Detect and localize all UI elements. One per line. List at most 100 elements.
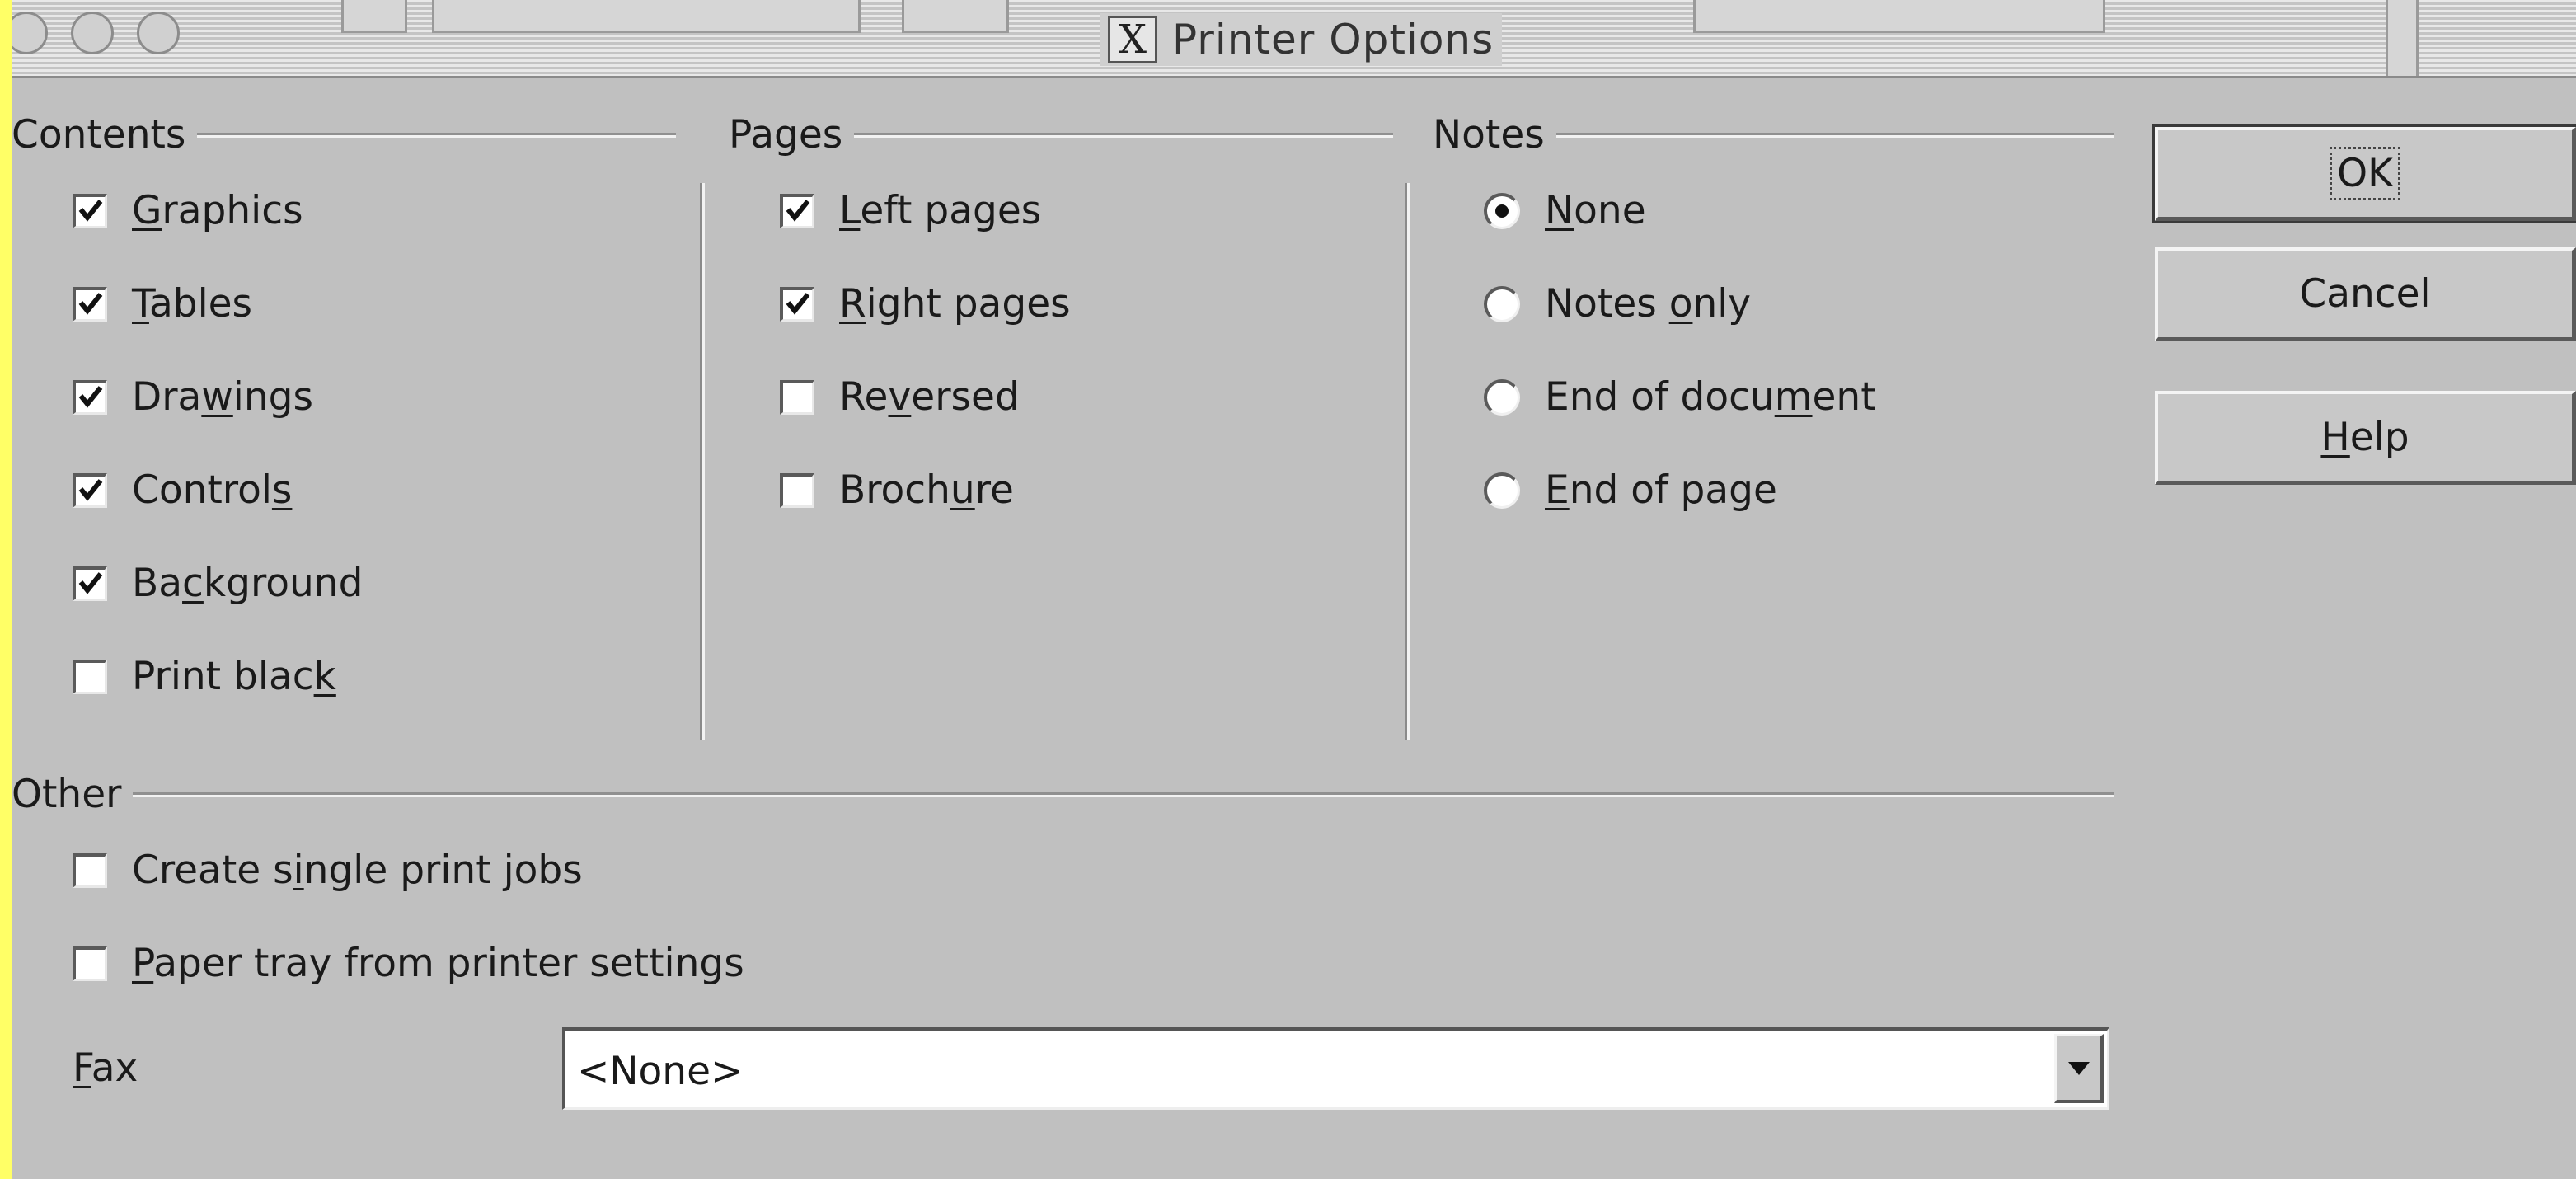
label-part-post: ables	[148, 281, 253, 326]
label-part-post: ings	[232, 374, 313, 420]
pages-option-label: Left pages	[839, 188, 1041, 233]
radio-button[interactable]	[1484, 378, 1520, 416]
label-part-u: T	[132, 281, 149, 326]
column-separator	[700, 183, 705, 740]
checkbox[interactable]	[73, 853, 107, 888]
help-label-rest: elp	[2349, 415, 2409, 460]
label-part-u: i	[293, 848, 304, 893]
label-part-post: ent	[1812, 374, 1876, 420]
contents-option[interactable]: Tables	[73, 281, 252, 326]
cancel-button[interactable]: Cancel	[2155, 247, 2576, 341]
contents-option-label: Drawings	[132, 374, 313, 420]
label-part-u: u	[950, 467, 975, 513]
contents-option[interactable]: Background	[73, 561, 363, 606]
fax-dropdown-button[interactable]	[2054, 1034, 2104, 1103]
notes-option-label: End of page	[1545, 467, 1777, 513]
contents-option[interactable]: Print black	[73, 654, 336, 699]
notes-option[interactable]: End of document	[1484, 374, 1876, 420]
label-part-pre: Dra	[132, 374, 202, 420]
maximize-window-button[interactable]	[137, 12, 180, 54]
contents-option-label: Background	[132, 561, 363, 606]
radio-button[interactable]	[1484, 192, 1520, 229]
group-rule	[854, 132, 1393, 138]
label-part-post: eft pages	[860, 188, 1042, 233]
radio-dot-icon	[1495, 204, 1509, 218]
background-window-fragment	[902, 0, 1009, 33]
contents-group-label: Contents	[12, 112, 186, 157]
help-button[interactable]: Help	[2155, 391, 2576, 485]
notes-group-label: Notes	[1433, 112, 1545, 157]
checkbox[interactable]	[73, 193, 107, 228]
checkmark-icon	[78, 385, 103, 408]
checkbox[interactable]	[780, 286, 814, 322]
label-part-u: R	[839, 281, 866, 326]
contents-option[interactable]: Drawings	[73, 374, 313, 420]
label-part-post: ersed	[911, 374, 1020, 420]
title-bar: X Printer Options	[12, 0, 2576, 78]
contents-option[interactable]: Controls	[73, 467, 292, 513]
help-button-label: Help	[2320, 415, 2409, 460]
label-part-u: w	[201, 374, 233, 420]
notes-option[interactable]: Notes only	[1484, 281, 1751, 326]
radio-button[interactable]	[1484, 285, 1520, 322]
label-part-u: P	[132, 941, 154, 986]
checkbox[interactable]	[73, 379, 107, 415]
notes-option-label: None	[1545, 188, 1646, 233]
label-part-post: one	[1574, 188, 1646, 233]
radio-button[interactable]	[1484, 472, 1520, 509]
column-separator	[1405, 183, 1410, 740]
label-part-u: v	[888, 374, 912, 420]
cancel-button-label: Cancel	[2299, 271, 2431, 317]
notes-option[interactable]: None	[1484, 188, 1646, 233]
pages-option-label: Brochure	[839, 467, 1014, 513]
label-part-u: s	[271, 467, 293, 513]
label-part-u: o	[1668, 281, 1693, 326]
checkbox[interactable]	[73, 946, 107, 981]
ok-button[interactable]: OK	[2152, 124, 2576, 223]
pages-group-header: Pages	[729, 112, 1393, 157]
checkmark-icon	[78, 571, 103, 594]
label-part-pre: Print blac	[132, 654, 314, 699]
notes-option-label: End of document	[1545, 374, 1876, 420]
fax-select[interactable]: <None>	[562, 1027, 2109, 1110]
pages-group-label: Pages	[729, 112, 843, 157]
other-option-label: Paper tray from printer settings	[132, 941, 744, 986]
pages-option[interactable]: Left pages	[780, 188, 1041, 233]
checkbox[interactable]	[73, 659, 107, 694]
pages-option[interactable]: Right pages	[780, 281, 1071, 326]
group-rule	[1555, 132, 2114, 138]
label-part-post: ngle print jobs	[303, 848, 583, 893]
contents-option-label: Graphics	[132, 188, 303, 233]
title-group: X Printer Options	[1100, 13, 1503, 66]
contents-option-label: Controls	[132, 467, 292, 513]
label-part-u: N	[1545, 188, 1574, 233]
contents-option-label: Print black	[132, 654, 336, 699]
label-part-pre: Re	[839, 374, 889, 420]
checkbox[interactable]	[780, 379, 814, 415]
label-part-post: nly	[1692, 281, 1752, 326]
contents-option[interactable]: Graphics	[73, 188, 303, 233]
background-window-fragment	[432, 0, 861, 33]
pages-option-label: Right pages	[839, 281, 1071, 326]
pages-option-label: Reversed	[839, 374, 1020, 420]
fax-label-mnemonic: F	[73, 1045, 91, 1091]
other-group-header: Other	[12, 772, 2114, 817]
close-window-button[interactable]	[12, 12, 48, 54]
pages-option[interactable]: Reversed	[780, 374, 1020, 420]
checkbox[interactable]	[73, 472, 107, 508]
checkbox[interactable]	[73, 566, 107, 601]
minimize-window-button[interactable]	[71, 12, 114, 54]
checkbox[interactable]	[73, 286, 107, 322]
label-part-pre: Control	[132, 467, 272, 513]
other-option[interactable]: Create single print jobs	[73, 848, 583, 893]
notes-option[interactable]: End of page	[1484, 467, 1777, 513]
pages-option[interactable]: Brochure	[780, 467, 1014, 513]
fax-label: Fax	[73, 1045, 138, 1091]
checkbox[interactable]	[780, 193, 814, 228]
other-option-label: Create single print jobs	[132, 848, 583, 893]
other-group-label: Other	[12, 772, 122, 817]
other-option[interactable]: Paper tray from printer settings	[73, 941, 744, 986]
label-part-u: c	[182, 561, 204, 606]
checkbox[interactable]	[780, 472, 814, 508]
label-part-post: re	[974, 467, 1014, 513]
